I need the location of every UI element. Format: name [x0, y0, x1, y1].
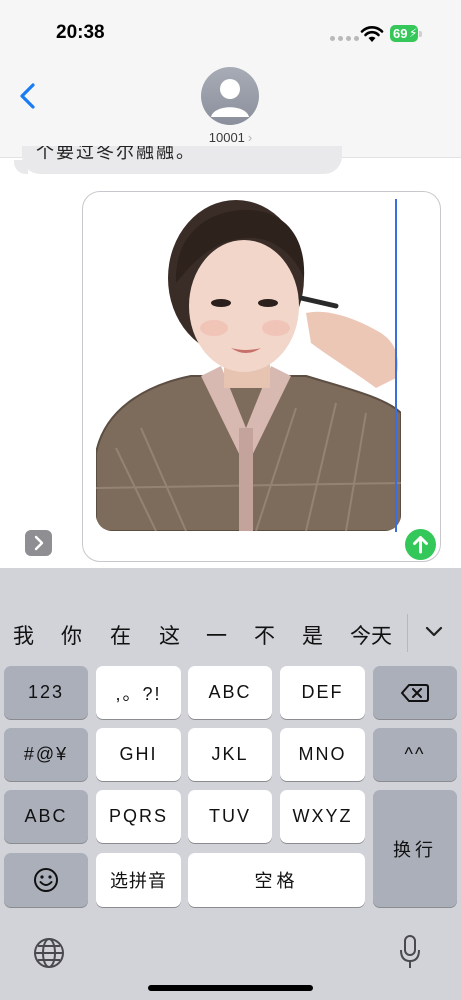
status-bar: 20:38 69 ⚡	[0, 0, 461, 60]
contact-name-button[interactable]: 10001 ›	[0, 130, 461, 145]
status-time: 20:38	[56, 22, 105, 43]
candidate-word[interactable]: 是	[302, 620, 323, 650]
expand-apps-button[interactable]	[25, 530, 52, 556]
punctuation-key[interactable]: ,。?!	[96, 666, 181, 719]
numbers-key[interactable]: 123	[4, 666, 88, 719]
ghi-key[interactable]: GHI	[96, 728, 181, 781]
candidate-word[interactable]: 不	[254, 620, 275, 650]
select-pinyin-key[interactable]: 选拼音	[96, 853, 181, 907]
symbols-key[interactable]: #@¥	[4, 728, 88, 781]
wxyz-key[interactable]: WXYZ	[280, 790, 365, 843]
sticker-image[interactable]	[96, 198, 401, 531]
tuv-key[interactable]: TUV	[188, 790, 272, 843]
arrow-up-icon	[413, 536, 428, 554]
return-key[interactable]: 换行	[373, 790, 457, 907]
backspace-icon	[401, 683, 429, 702]
wifi-icon	[360, 26, 384, 42]
delete-key[interactable]	[373, 666, 457, 719]
emoticon-key[interactable]: ^^	[373, 728, 457, 781]
chevron-right-icon	[34, 535, 44, 551]
text-cursor	[395, 199, 397, 532]
pqrs-key[interactable]: PQRS	[96, 790, 181, 843]
chevron-down-icon[interactable]	[424, 624, 444, 640]
chevron-right-icon: ›	[247, 130, 253, 145]
smiley-icon	[34, 868, 58, 892]
abc-key[interactable]: ABC	[188, 666, 272, 719]
mno-key[interactable]: MNO	[280, 728, 365, 781]
candidate-word[interactable]: 在	[110, 620, 131, 650]
candidate-word[interactable]: 这	[159, 620, 180, 650]
space-key[interactable]: 空格	[188, 853, 365, 907]
contact-avatar[interactable]	[201, 67, 259, 125]
send-button[interactable]	[405, 529, 436, 560]
globe-icon[interactable]	[33, 937, 65, 969]
candidate-word[interactable]: 我	[13, 620, 34, 650]
cellular-signal-icon	[330, 36, 359, 41]
candidate-divider	[407, 614, 408, 652]
home-indicator[interactable]	[148, 985, 313, 991]
battery-icon: 69 ⚡	[390, 25, 424, 43]
person-sticker-illustration	[96, 200, 401, 531]
received-message-bubble[interactable]: 个要过冬尔融融。	[22, 146, 342, 174]
battery-level: 69	[393, 26, 408, 41]
back-chevron-icon[interactable]	[18, 82, 36, 110]
candidate-word[interactable]: 一	[206, 620, 227, 650]
message-text: 个要过冬尔融融。	[36, 146, 196, 163]
def-key[interactable]: DEF	[280, 666, 365, 719]
candidate-word[interactable]: 你	[61, 620, 82, 650]
candidate-bar: 我 你 在 这 一 不 是 今天	[0, 606, 461, 660]
candidate-word[interactable]: 今天	[350, 620, 392, 650]
english-abc-key[interactable]: ABC	[4, 790, 88, 843]
emoji-key[interactable]	[4, 853, 88, 907]
microphone-icon[interactable]	[398, 934, 422, 970]
person-icon	[211, 79, 249, 117]
jkl-key[interactable]: JKL	[188, 728, 272, 781]
contact-name: 10001	[208, 130, 245, 145]
